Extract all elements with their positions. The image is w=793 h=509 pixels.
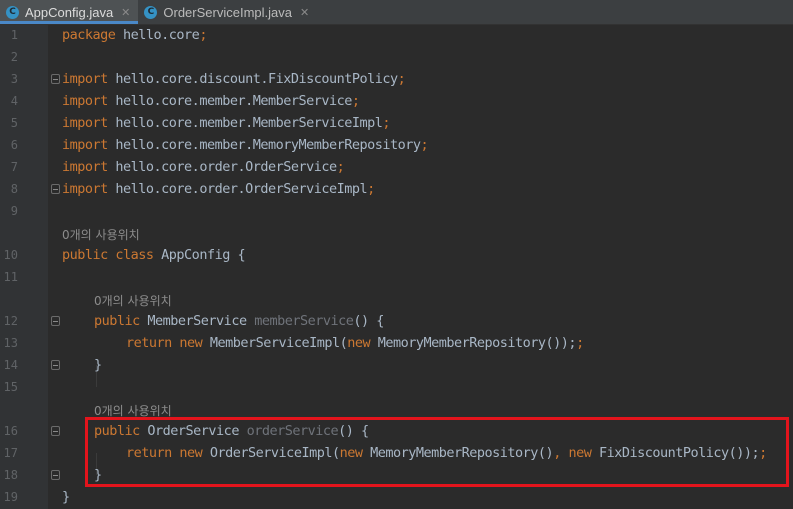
usage-hint[interactable]: 0개의 사용위치 xyxy=(94,292,172,309)
usage-hint-row: 0개의 사용위치 xyxy=(0,223,793,245)
line-number: 13 xyxy=(3,336,18,350)
code-line-18: 18 } xyxy=(0,465,793,487)
code-line-12: 12 public MemberService memberService() … xyxy=(0,311,793,333)
line-number: 19 xyxy=(3,490,18,504)
code-line-13: 13 return new MemberServiceImpl(new Memo… xyxy=(0,333,793,355)
code-text: return new MemberServiceImpl(new MemoryM… xyxy=(126,335,584,351)
code-text: } xyxy=(94,467,102,483)
code-line-6: 6 import hello.core.member.MemoryMemberR… xyxy=(0,135,793,157)
java-class-icon: C xyxy=(6,5,19,19)
code-text: } xyxy=(94,357,102,373)
tab-label: OrderServiceImpl.java xyxy=(163,4,292,20)
code-line-14: 14 } xyxy=(0,355,793,377)
code-line-1: 1 package hello.core; xyxy=(0,25,793,47)
code-text: public MemberService memberService() { xyxy=(94,313,384,329)
code-line-9: 9 xyxy=(0,201,793,223)
line-number: 16 xyxy=(3,424,18,438)
code-text: return new OrderServiceImpl(new MemoryMe… xyxy=(126,445,767,461)
code-line-8: 8 import hello.core.order.OrderServiceIm… xyxy=(0,179,793,201)
line-number: 4 xyxy=(10,94,18,108)
code-text: } xyxy=(62,489,70,505)
tab-label: AppConfig.java xyxy=(25,4,114,20)
line-number: 12 xyxy=(3,314,18,328)
code-line-17: 17 return new OrderServiceImpl(new Memor… xyxy=(0,443,793,465)
code-line-16: 16 public OrderService orderService() { xyxy=(0,421,793,443)
line-number: 10 xyxy=(3,248,18,262)
code-text: public OrderService orderService() { xyxy=(94,423,369,439)
line-number: 7 xyxy=(10,160,18,174)
line-number: 6 xyxy=(10,138,18,152)
line-number: 5 xyxy=(10,116,18,130)
line-number: 15 xyxy=(3,380,18,394)
line-number: 8 xyxy=(10,182,18,196)
code-text: import hello.core.member.MemberService; xyxy=(62,93,360,109)
code-line-15: 15 xyxy=(0,377,793,399)
code-line-3: 3 import hello.core.discount.FixDiscount… xyxy=(0,69,793,91)
line-number: 9 xyxy=(10,204,18,218)
fold-icon[interactable] xyxy=(51,426,60,436)
fold-icon[interactable] xyxy=(51,316,60,326)
code-text: import hello.core.discount.FixDiscountPo… xyxy=(62,71,406,87)
line-number: 17 xyxy=(3,446,18,460)
close-icon[interactable]: ✕ xyxy=(121,6,130,19)
fold-icon[interactable] xyxy=(51,74,60,84)
code-text: import hello.core.order.OrderService; xyxy=(62,159,345,175)
fold-icon[interactable] xyxy=(51,470,60,480)
close-icon[interactable]: ✕ xyxy=(300,6,309,19)
usage-hint-row: 0개의 사용위치 xyxy=(0,289,793,311)
code-line-7: 7 import hello.core.order.OrderService; xyxy=(0,157,793,179)
tab-orderserviceimpl[interactable]: C OrderServiceImpl.java ✕ xyxy=(138,0,317,24)
code-line-10: 10 public class AppConfig { xyxy=(0,245,793,267)
fold-icon[interactable] xyxy=(51,360,60,370)
editor-tab-bar: C AppConfig.java ✕ C OrderServiceImpl.ja… xyxy=(0,0,793,25)
usage-hint[interactable]: 0개의 사용위치 xyxy=(62,226,140,243)
code-text: public class AppConfig { xyxy=(62,247,246,263)
code-line-2: 2 xyxy=(0,47,793,69)
usage-hint[interactable]: 0개의 사용위치 xyxy=(94,402,172,419)
code-text: import hello.core.order.OrderServiceImpl… xyxy=(62,181,375,197)
code-editor[interactable]: 1 package hello.core; 2 3 import hello.c… xyxy=(0,25,793,509)
line-number: 14 xyxy=(3,358,18,372)
line-number: 2 xyxy=(10,50,18,64)
usage-hint-row: 0개의 사용위치 xyxy=(0,399,793,421)
code-line-5: 5 import hello.core.member.MemberService… xyxy=(0,113,793,135)
code-text: import hello.core.member.MemberServiceIm… xyxy=(62,115,391,131)
code-line-11: 11 xyxy=(0,267,793,289)
line-number: 11 xyxy=(3,270,18,284)
code-line-19: 19 } xyxy=(0,487,793,509)
line-number: 1 xyxy=(10,28,18,42)
code-text: import hello.core.member.MemoryMemberRep… xyxy=(62,137,429,153)
code-text: package hello.core; xyxy=(62,27,207,43)
line-number: 3 xyxy=(10,72,18,86)
java-class-icon: C xyxy=(144,5,158,19)
tab-appconfig[interactable]: C AppConfig.java ✕ xyxy=(0,0,139,24)
line-number: 18 xyxy=(3,468,18,482)
fold-icon[interactable] xyxy=(51,184,60,194)
code-line-4: 4 import hello.core.member.MemberService… xyxy=(0,91,793,113)
